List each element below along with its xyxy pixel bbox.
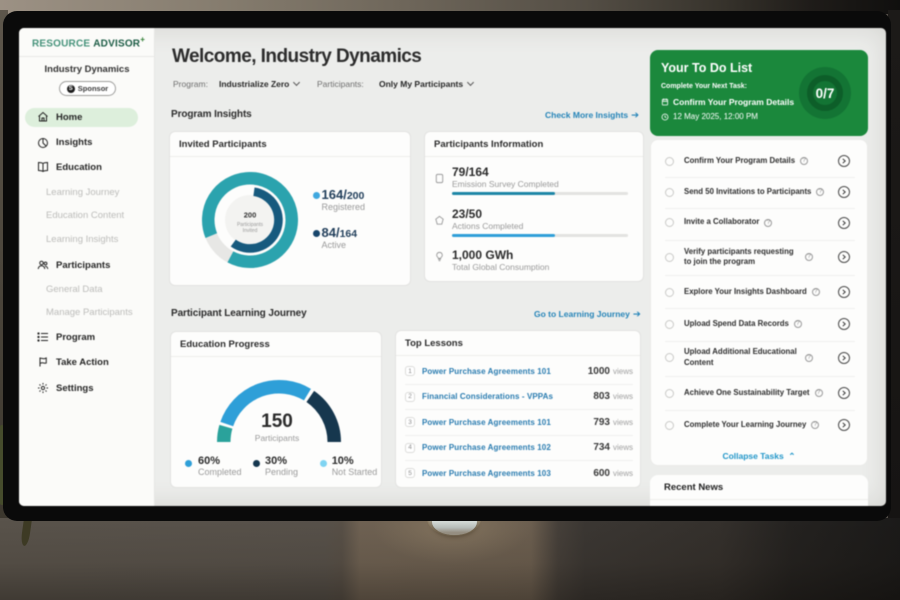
svg-text:Invited: Invited <box>242 228 257 234</box>
svg-text:200: 200 <box>243 210 256 219</box>
